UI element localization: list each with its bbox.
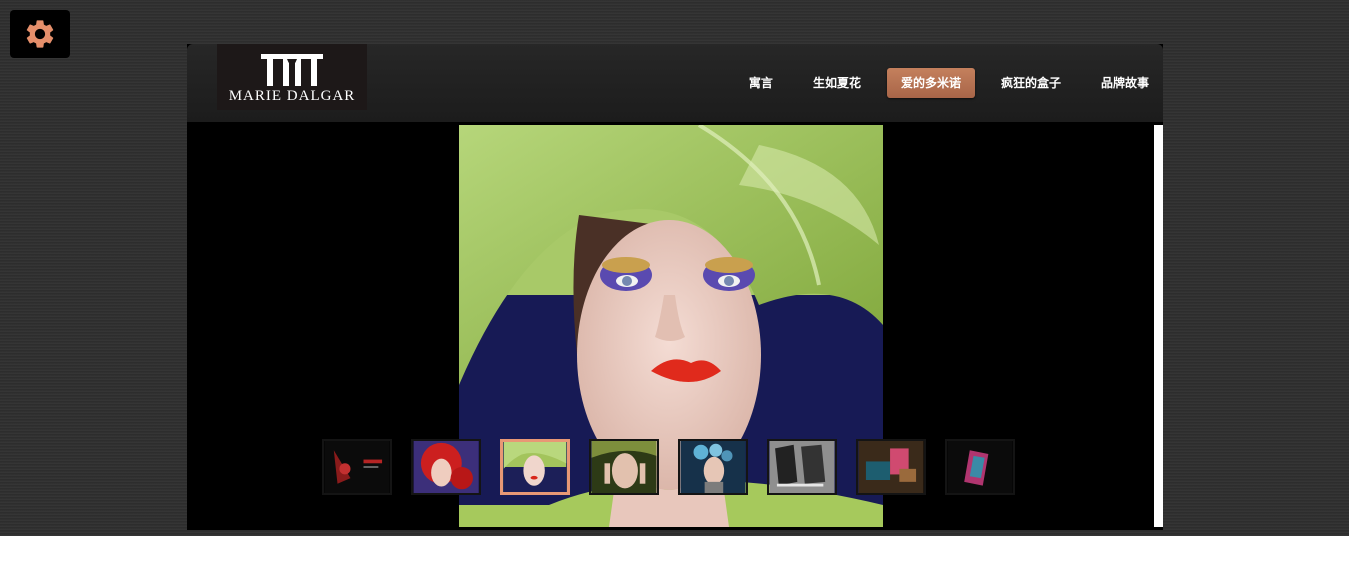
thumbnail-1[interactable] <box>322 439 392 495</box>
logo-monogram-icon <box>261 54 323 86</box>
nav-item-crazy-box[interactable]: 疯狂的盒子 <box>987 68 1075 98</box>
thumbnail-6[interactable] <box>767 439 837 495</box>
nav-item-brand-story[interactable]: 品牌故事 <box>1087 68 1163 98</box>
thumbnail-image-4 <box>591 441 657 493</box>
thumbnail-image-5 <box>680 441 746 493</box>
thumbnail-3[interactable] <box>500 439 570 495</box>
nav-item-summer-flowers[interactable]: 生如夏花 <box>799 68 875 98</box>
gallery-stage <box>187 125 1163 530</box>
logo-text: MARIE DALGAR <box>228 88 356 104</box>
thumbnail-2[interactable] <box>411 439 481 495</box>
thumbnail-image-1 <box>324 441 390 493</box>
thumbnail-image-7 <box>858 441 924 493</box>
thumbnail-8[interactable] <box>945 439 1015 495</box>
brand-logo[interactable]: MARIE DALGAR <box>217 44 367 110</box>
nav-item-fable[interactable]: 寓言 <box>735 68 787 98</box>
thumbnail-4[interactable] <box>589 439 659 495</box>
thumbnail-image-8 <box>947 441 1013 493</box>
main-nav: 寓言 生如夏花 爱的多米诺 疯狂的盒子 品牌故事 <box>723 68 1163 98</box>
thumbnail-strip <box>187 425 1163 511</box>
thumbnail-7[interactable] <box>856 439 926 495</box>
site-container: MARIE DALGAR 寓言 生如夏花 爱的多米诺 疯狂的盒子 品牌故事 <box>187 44 1163 530</box>
settings-button[interactable] <box>10 10 70 58</box>
thumbnail-image-3 <box>503 442 567 492</box>
nav-item-domino-of-love[interactable]: 爱的多米诺 <box>886 68 975 98</box>
thumbnail-image-6 <box>769 441 835 493</box>
gear-icon <box>26 20 54 48</box>
thumbnail-image-2 <box>413 441 479 493</box>
site-header: MARIE DALGAR 寓言 生如夏花 爱的多米诺 疯狂的盒子 品牌故事 <box>187 44 1163 122</box>
thumbnail-5[interactable] <box>678 439 748 495</box>
